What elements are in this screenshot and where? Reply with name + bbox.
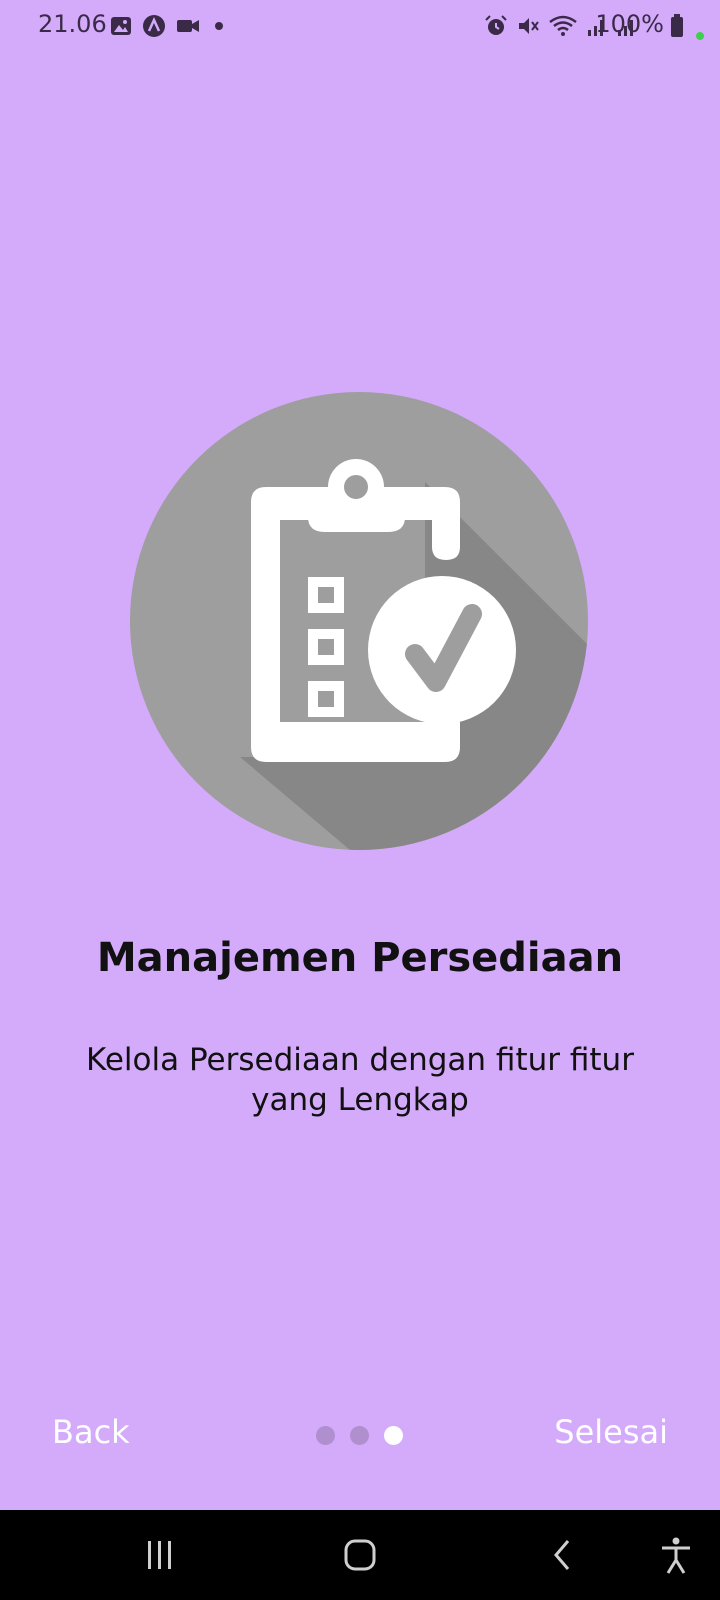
page-indicator: [316, 1426, 403, 1445]
image-icon: [111, 17, 131, 35]
onboarding-controls: Back Selesai: [0, 1405, 720, 1465]
app-a-icon: [143, 15, 165, 37]
alarm-icon: [485, 15, 507, 35]
status-left-icons: [110, 14, 228, 38]
page-dot-1[interactable]: [316, 1426, 335, 1445]
video-icon: [177, 20, 199, 32]
page-title: Manajemen Persediaan: [96, 935, 624, 981]
status-bar: 21.06 100%: [0, 0, 720, 54]
battery-icon: [671, 14, 683, 37]
privacy-indicator: [696, 32, 704, 40]
page-dot-3-active[interactable]: [384, 1426, 403, 1445]
recent-apps-icon[interactable]: [145, 1535, 175, 1575]
back-icon[interactable]: [548, 1535, 578, 1575]
system-nav-bar: [0, 1510, 720, 1600]
clipboard-checklist-icon: [130, 392, 588, 850]
wifi-icon: [549, 15, 577, 36]
finish-button[interactable]: Selesai: [554, 1413, 668, 1451]
page-dot-2[interactable]: [350, 1426, 369, 1445]
back-button[interactable]: Back: [52, 1413, 130, 1451]
status-time: 21.06: [38, 10, 107, 38]
mute-icon: [519, 18, 539, 34]
battery-percentage: 100%: [595, 10, 664, 38]
page-description: Kelola Persediaan dengan fitur fitur yan…: [86, 1042, 634, 1118]
home-icon[interactable]: [340, 1535, 380, 1575]
dot-icon: [215, 22, 223, 30]
accessibility-icon[interactable]: [656, 1535, 696, 1575]
